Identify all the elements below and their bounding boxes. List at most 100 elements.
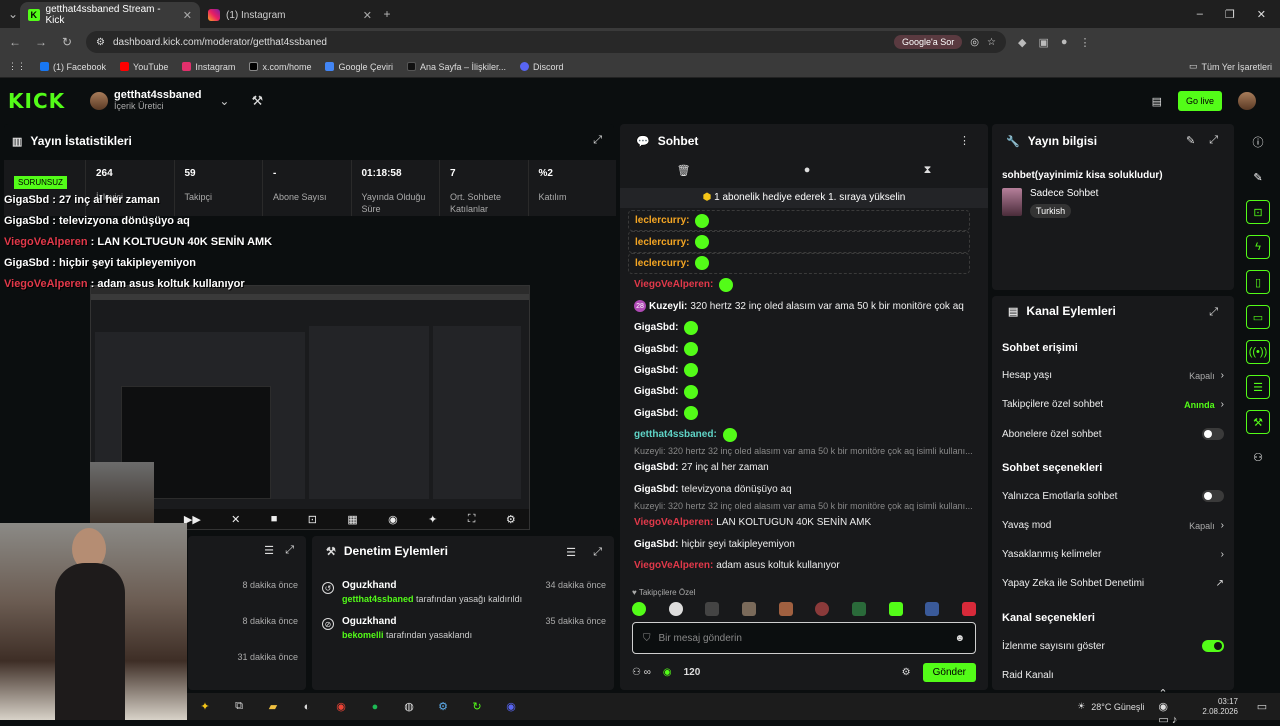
puzzle-icon[interactable]: ▣ (1038, 36, 1048, 49)
emoji-icon[interactable]: ☻ (954, 633, 965, 644)
bookmark-youtube[interactable]: YouTube (120, 62, 168, 72)
eye-off-icon[interactable]: ◎ (970, 37, 979, 48)
app-icon[interactable]: ↻ (467, 698, 487, 716)
chat-username[interactable]: ViegoVeAlperen: (634, 274, 713, 295)
emote-icon[interactable] (668, 602, 683, 616)
trash-icon[interactable]: 🗑 (677, 164, 691, 184)
expand-icon[interactable]: ⤢ (1209, 306, 1218, 319)
notification-icon[interactable]: ▭ (1252, 698, 1272, 716)
kick-logo[interactable]: KICK (8, 89, 90, 113)
obs-icon[interactable]: ◍ (399, 698, 419, 716)
send-button[interactable]: Gönder (922, 662, 976, 682)
layers-icon[interactable]: ☰ (1246, 375, 1270, 399)
close-window-icon[interactable]: ✕ (1257, 8, 1266, 21)
apps-icon[interactable]: ⋮⋮ (8, 61, 26, 72)
emote-icon[interactable] (705, 602, 720, 616)
avatar[interactable] (90, 92, 108, 110)
wrench-icon[interactable]: ⚒ (1246, 410, 1270, 434)
subscribers-only-toggle[interactable] (1202, 428, 1224, 440)
emote-icon[interactable] (851, 602, 866, 616)
more-icon[interactable]: ⋮ (959, 134, 970, 147)
emote-icon[interactable] (888, 602, 903, 616)
fullscreen-icon[interactable]: ⛶ (468, 513, 476, 526)
bookmark-discord[interactable]: Discord (520, 62, 564, 72)
settings-icon[interactable]: ⚙ (506, 513, 516, 526)
chrome-icon[interactable]: ◉ (331, 698, 351, 716)
menu-dots-icon[interactable]: ⋮ (1080, 36, 1091, 49)
tab-kick[interactable]: K getthat4ssbaned Stream - Kick ✕ (20, 2, 200, 28)
category-name[interactable]: Sadece Sohbet (1030, 188, 1098, 199)
target-user[interactable]: getthat4ssbaned (342, 594, 414, 604)
filter-icon[interactable]: ☰ (566, 546, 576, 559)
bookmark-translate[interactable]: Google Çeviri (325, 62, 393, 72)
site-info-icon[interactable]: ⚙ (96, 37, 105, 48)
chat-username[interactable]: GigaSbd: (634, 339, 678, 360)
chat-username[interactable]: leclercurry: (635, 254, 689, 273)
expand-icon[interactable]: ⤢ (1209, 134, 1218, 147)
setting-raid-channel[interactable]: Raid Kanalı (1002, 670, 1224, 681)
channel-switcher[interactable]: getthat4ssbaned İçerik Üretici (114, 90, 201, 112)
emote-icon[interactable] (632, 602, 646, 616)
users-icon[interactable]: ⚇ ∞ (632, 667, 651, 678)
chat-username[interactable]: GigaSbd: (634, 403, 678, 424)
tray-icons[interactable]: ⌃ ◉ ▭ ♪ (1158, 688, 1178, 726)
filter-icon[interactable]: ☰ (264, 544, 274, 557)
emote-icon[interactable] (925, 602, 940, 616)
close-icon[interactable]: ✕ (183, 9, 192, 22)
chat-username[interactable]: ViegoVeAlperen: (634, 555, 713, 576)
emote-icon[interactable] (741, 602, 756, 616)
weather-widget[interactable]: ☀ 28°C Güneşli (1077, 701, 1144, 712)
lightning-icon[interactable]: ϟ (1246, 235, 1270, 259)
camera-icon[interactable]: ■ (271, 513, 278, 525)
bookmark-home[interactable]: Ana Sayfa – İlişkiler... (407, 62, 506, 72)
broadcast-icon[interactable]: ((•)) (1246, 340, 1270, 364)
chevron-down-icon[interactable]: ⌄ (219, 94, 229, 108)
new-tab-icon[interactable]: + (380, 7, 394, 21)
paint-icon[interactable]: ◐ (297, 698, 317, 716)
chat-username[interactable]: GigaSbd: (634, 317, 678, 338)
chat-username[interactable]: GigaSbd: (634, 457, 678, 478)
url-field[interactable]: ⚙ dashboard.kick.com/moderator/getthat4s… (86, 31, 1006, 53)
emote-only-toggle[interactable] (1202, 490, 1224, 502)
profile-icon[interactable]: ● (1061, 36, 1068, 49)
widgets-icon[interactable]: ✦ (195, 698, 215, 716)
file-explorer-icon[interactable]: ▰ (263, 698, 283, 716)
expand-icon[interactable]: ⤢ (593, 546, 602, 559)
film-icon[interactable]: ▦ (347, 513, 357, 526)
task-view-icon[interactable]: ⧉ (229, 698, 249, 716)
extension-icon[interactable]: ◆ (1018, 36, 1026, 49)
chat-username[interactable]: leclercurry: (635, 211, 689, 230)
emote-icon[interactable] (778, 602, 793, 616)
ask-google-button[interactable]: Google'a Sor (894, 35, 963, 49)
settings-app-icon[interactable]: ⚙ (433, 698, 453, 716)
chat-username[interactable]: GigaSbd: (634, 534, 678, 555)
pinned-banner[interactable]: ⬢ 1 abonelik hediye ederek 1. sıraya yük… (620, 188, 988, 208)
speech-bubble-icon[interactable]: ● (804, 164, 811, 184)
sparkle-icon[interactable]: ✦ (428, 513, 437, 526)
setting-banned-words[interactable]: Yasaklanmış kelimeler › (1002, 549, 1224, 560)
clock[interactable]: 03:17 2.08.2026 (1202, 697, 1238, 717)
document-icon[interactable]: ▯ (1246, 270, 1270, 294)
chat-username[interactable]: Kuzeyli: (649, 296, 687, 317)
chat-username[interactable]: leclercurry: (635, 232, 689, 251)
users-icon[interactable]: ⚇ (1246, 445, 1270, 469)
back-icon[interactable]: ← (8, 35, 22, 49)
pencil-icon[interactable]: ✎ (1246, 165, 1270, 189)
info-icon[interactable]: ⓘ (1246, 130, 1270, 154)
star-icon[interactable]: ☆ (987, 37, 996, 48)
setting-slow-mode[interactable]: Yavaş mod Kapalı › (1002, 520, 1224, 531)
reload-icon[interactable]: ↻ (60, 35, 74, 49)
minimize-icon[interactable]: – (1197, 8, 1203, 21)
chat-username[interactable]: GigaSbd: (634, 479, 678, 500)
layout-icon[interactable]: ▤ (1152, 95, 1162, 108)
chat-username[interactable]: ViegoVeAlperen: (634, 512, 713, 533)
bookmark-facebook[interactable]: (1) Facebook (40, 62, 106, 72)
chat-username[interactable]: getthat4ssbaned: (634, 424, 717, 445)
show-viewers-toggle[interactable] (1202, 640, 1224, 652)
emote-icon[interactable] (961, 602, 976, 616)
chat-username[interactable]: GigaSbd: (634, 360, 678, 381)
expand-icon[interactable]: ⤢ (593, 134, 602, 147)
discord-icon[interactable]: ◉ (501, 698, 521, 716)
crop-icon[interactable]: ⊡ (1246, 200, 1270, 224)
chat-icon[interactable]: ▭ (1246, 305, 1270, 329)
